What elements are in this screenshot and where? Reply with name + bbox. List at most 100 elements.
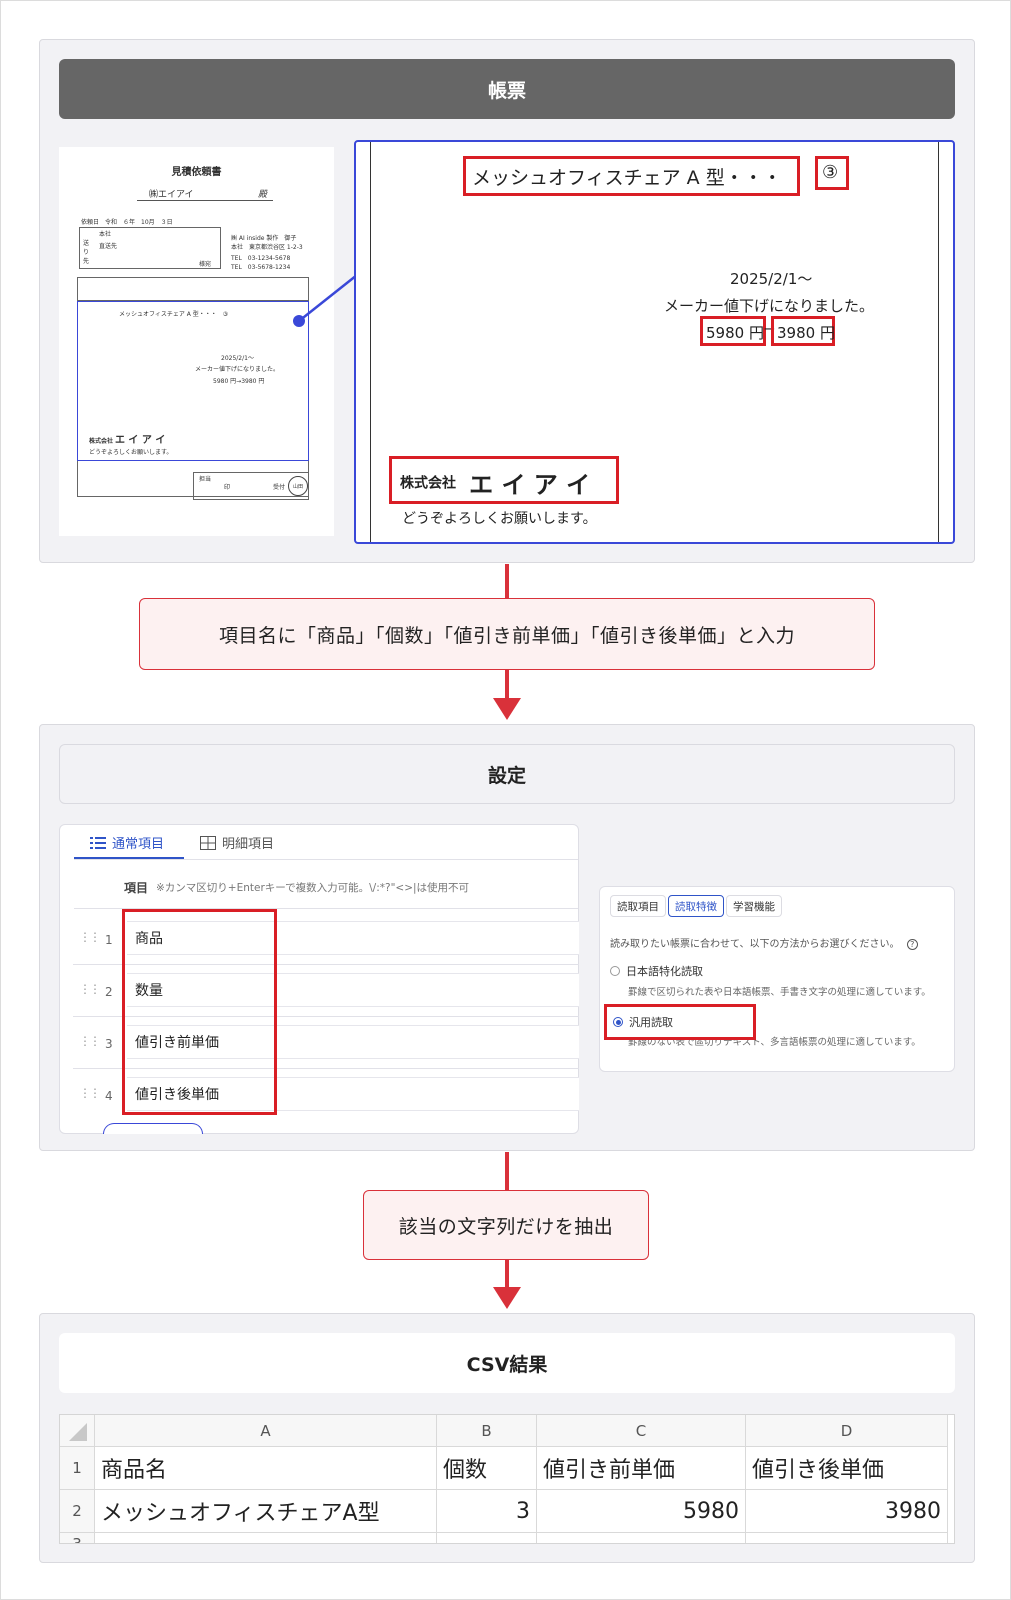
cell-d3[interactable] [746, 1533, 948, 1543]
thumb-stamp-2: 印 [224, 484, 231, 491]
thumb-table-header [77, 277, 309, 301]
option-japanese-label: 日本語特化読取 [626, 965, 703, 978]
tab-normal-items-label: 通常項目 [112, 837, 165, 852]
tabs-divider [74, 859, 578, 860]
document-zoom: メッシュオフィスチェア A 型・・・ ③ 2025/2/1〜 メーカー値下げにな… [354, 140, 955, 544]
option-japanese-desc: 罫線で区切られた表や日本語帳票、手書き文字の処理に適しています。 [628, 987, 931, 998]
reading-card: 読取項目 読取特徴 学習機能 読み取りたい帳票に合わせて、以下の方法からお選びく… [599, 886, 955, 1072]
select-all-icon [69, 1422, 87, 1441]
cell-c3[interactable] [537, 1533, 746, 1543]
table-icon [200, 835, 216, 850]
thumb-honorific: 殿 [257, 190, 267, 200]
thumb-company-name: エ イ ア イ [114, 435, 166, 446]
col-header-c[interactable]: C [537, 1415, 746, 1447]
items-highlight [122, 909, 277, 1115]
tab-detail-items[interactable]: 明細項目 [200, 833, 274, 852]
step1-box: 項目名に「商品」「個数」「値引き前単価」「値引き後単価」と入力 [139, 598, 875, 670]
reading-tab-learning[interactable]: 学習機能 [726, 895, 782, 917]
drag-handle-2[interactable]: ⋮⋮ [79, 982, 101, 996]
flow-line-1b [505, 670, 509, 698]
help-icon[interactable]: ? [906, 939, 918, 950]
thumb-customer-name: ㈱エイアイ [149, 190, 194, 200]
reading-instruction-text: 読み取りたい帳票に合わせて、以下の方法からお選びください。 [610, 939, 900, 950]
thumb-addr2: 直送先 [99, 243, 118, 250]
zoom-left-rule [370, 142, 371, 542]
option-general[interactable]: 汎用読取 [604, 1004, 756, 1040]
thumb-tel2: TEL 03-5678-1234 [231, 264, 291, 271]
row-header-3[interactable]: 3 [60, 1533, 95, 1543]
cell-c1[interactable]: 値引き前単価 [537, 1447, 746, 1490]
thumb-seal: 山田 [288, 476, 308, 496]
drag-handle-3[interactable]: ⋮⋮ [79, 1034, 101, 1048]
cell-a1[interactable]: 商品名 [95, 1447, 437, 1490]
tab-normal-items[interactable]: 通常項目 [90, 833, 164, 852]
thumb-seal-text: 山田 [292, 483, 303, 490]
cell-b3[interactable] [437, 1533, 537, 1543]
zoom-connector [293, 274, 358, 327]
zoom-notice: メーカー値下げになりました。 [664, 297, 875, 315]
drag-handle-4[interactable]: ⋮⋮ [79, 1086, 101, 1100]
step2-box: 該当の文字列だけを抽出 [363, 1190, 649, 1260]
items-column-header: 項目 [124, 881, 149, 895]
add-item-button-partial[interactable] [103, 1123, 203, 1134]
thumb-sama: 様宛 [199, 261, 212, 268]
page-frame: 帳票 見積依頼書 ㈱エイアイ 殿 依頼日 令和 ６年 10月 ３日 送り先 本社… [0, 0, 1011, 1600]
reading-instruction: 読み取りたい帳票に合わせて、以下の方法からお選びください。 ? [610, 935, 918, 950]
settings-panel-title: 設定 [59, 744, 955, 804]
radio-selected-icon [613, 1017, 623, 1027]
thumb-title: 見積依頼書 [171, 167, 222, 178]
cell-a3[interactable] [95, 1533, 437, 1543]
col-header-b[interactable]: B [437, 1415, 537, 1447]
thumb-sender-addr: 本社 東京都渋谷区 1-2-3 [231, 244, 303, 251]
col-header-d[interactable]: D [746, 1415, 948, 1447]
option-japanese[interactable]: 日本語特化読取 [610, 963, 703, 979]
thumb-price: 5980 円→3980 円 [213, 378, 265, 385]
flow-arrow-1 [493, 698, 521, 720]
thumb-date-line: 依頼日 令和 ６年 10月 ３日 [81, 219, 173, 226]
cell-c2[interactable]: 5980 [537, 1490, 746, 1533]
thumb-sender-company: ㈱ AI inside 製作 御子 [231, 235, 297, 242]
thumb-company: 株式会社 エ イ ア イ [89, 431, 165, 446]
document-panel-title: 帳票 [59, 59, 955, 119]
corner-cell[interactable] [60, 1415, 95, 1447]
row-num-1: 1 [105, 933, 113, 947]
reading-tab-features[interactable]: 読取特徴 [668, 895, 724, 917]
items-column-note: ※カンマ区切り+Enterキーで複数入力可能。\/:*?"<>|は使用不可 [156, 882, 470, 894]
items-header: 項目 ※カンマ区切り+Enterキーで複数入力可能。\/:*?"<>|は使用不可 [74, 865, 578, 909]
thumb-item: メッシュオフィスチェア A 型・・・ ③ [119, 311, 229, 318]
option-general-label: 汎用読取 [629, 1016, 673, 1029]
zoom-closing: どうぞよろしくお願いします。 [402, 511, 597, 527]
cell-b2[interactable]: 3 [437, 1490, 537, 1533]
zoom-company: 株式会社 エ イ ア イ [400, 465, 590, 500]
list-icon [90, 836, 106, 849]
drag-handle-1[interactable]: ⋮⋮ [79, 930, 101, 944]
col-header-a[interactable]: A [95, 1415, 437, 1447]
thumb-closing: どうぞよろしくお願いします。 [89, 449, 173, 456]
zoom-company-prefix: 株式会社 [400, 475, 456, 492]
flow-line-1a [505, 564, 509, 598]
zoom-company-name: エ イ ア イ [469, 471, 591, 499]
flow-line-2a [505, 1152, 509, 1190]
zoom-date: 2025/2/1〜 [730, 270, 813, 288]
thumb-customer: ㈱エイアイ 殿 [137, 187, 273, 201]
thumb-company-prefix: 株式会社 [89, 438, 114, 445]
zoom-price-after: 3980 円 [777, 324, 835, 342]
zoom-item: メッシュオフィスチェア A 型・・・ [472, 167, 782, 189]
zoom-right-rule [938, 142, 939, 542]
row-header-2[interactable]: 2 [60, 1490, 95, 1533]
reading-tab-items[interactable]: 読取項目 [610, 895, 666, 917]
cell-b1[interactable]: 個数 [437, 1447, 537, 1490]
cell-d2[interactable]: 3980 [746, 1490, 948, 1533]
tab-detail-items-label: 明細項目 [222, 837, 275, 852]
row-num-2: 2 [105, 985, 113, 999]
csv-panel-title: CSV結果 [59, 1333, 955, 1393]
thumb-date: 2025/2/1〜 [221, 355, 254, 362]
thumb-tel1: TEL 03-1234-5678 [231, 255, 291, 262]
thumb-notice: メーカー値下げになりました。 [195, 366, 280, 373]
cell-a2[interactable]: メッシュオフィスチェアA型 [95, 1490, 437, 1533]
row-header-1[interactable]: 1 [60, 1447, 95, 1490]
thumb-addr1: 本社 [99, 231, 112, 238]
thumb-stamp-3: 受付 [273, 484, 286, 491]
thumb-addr-label: 送り先 [83, 240, 90, 265]
cell-d1[interactable]: 値引き後単価 [746, 1447, 948, 1490]
